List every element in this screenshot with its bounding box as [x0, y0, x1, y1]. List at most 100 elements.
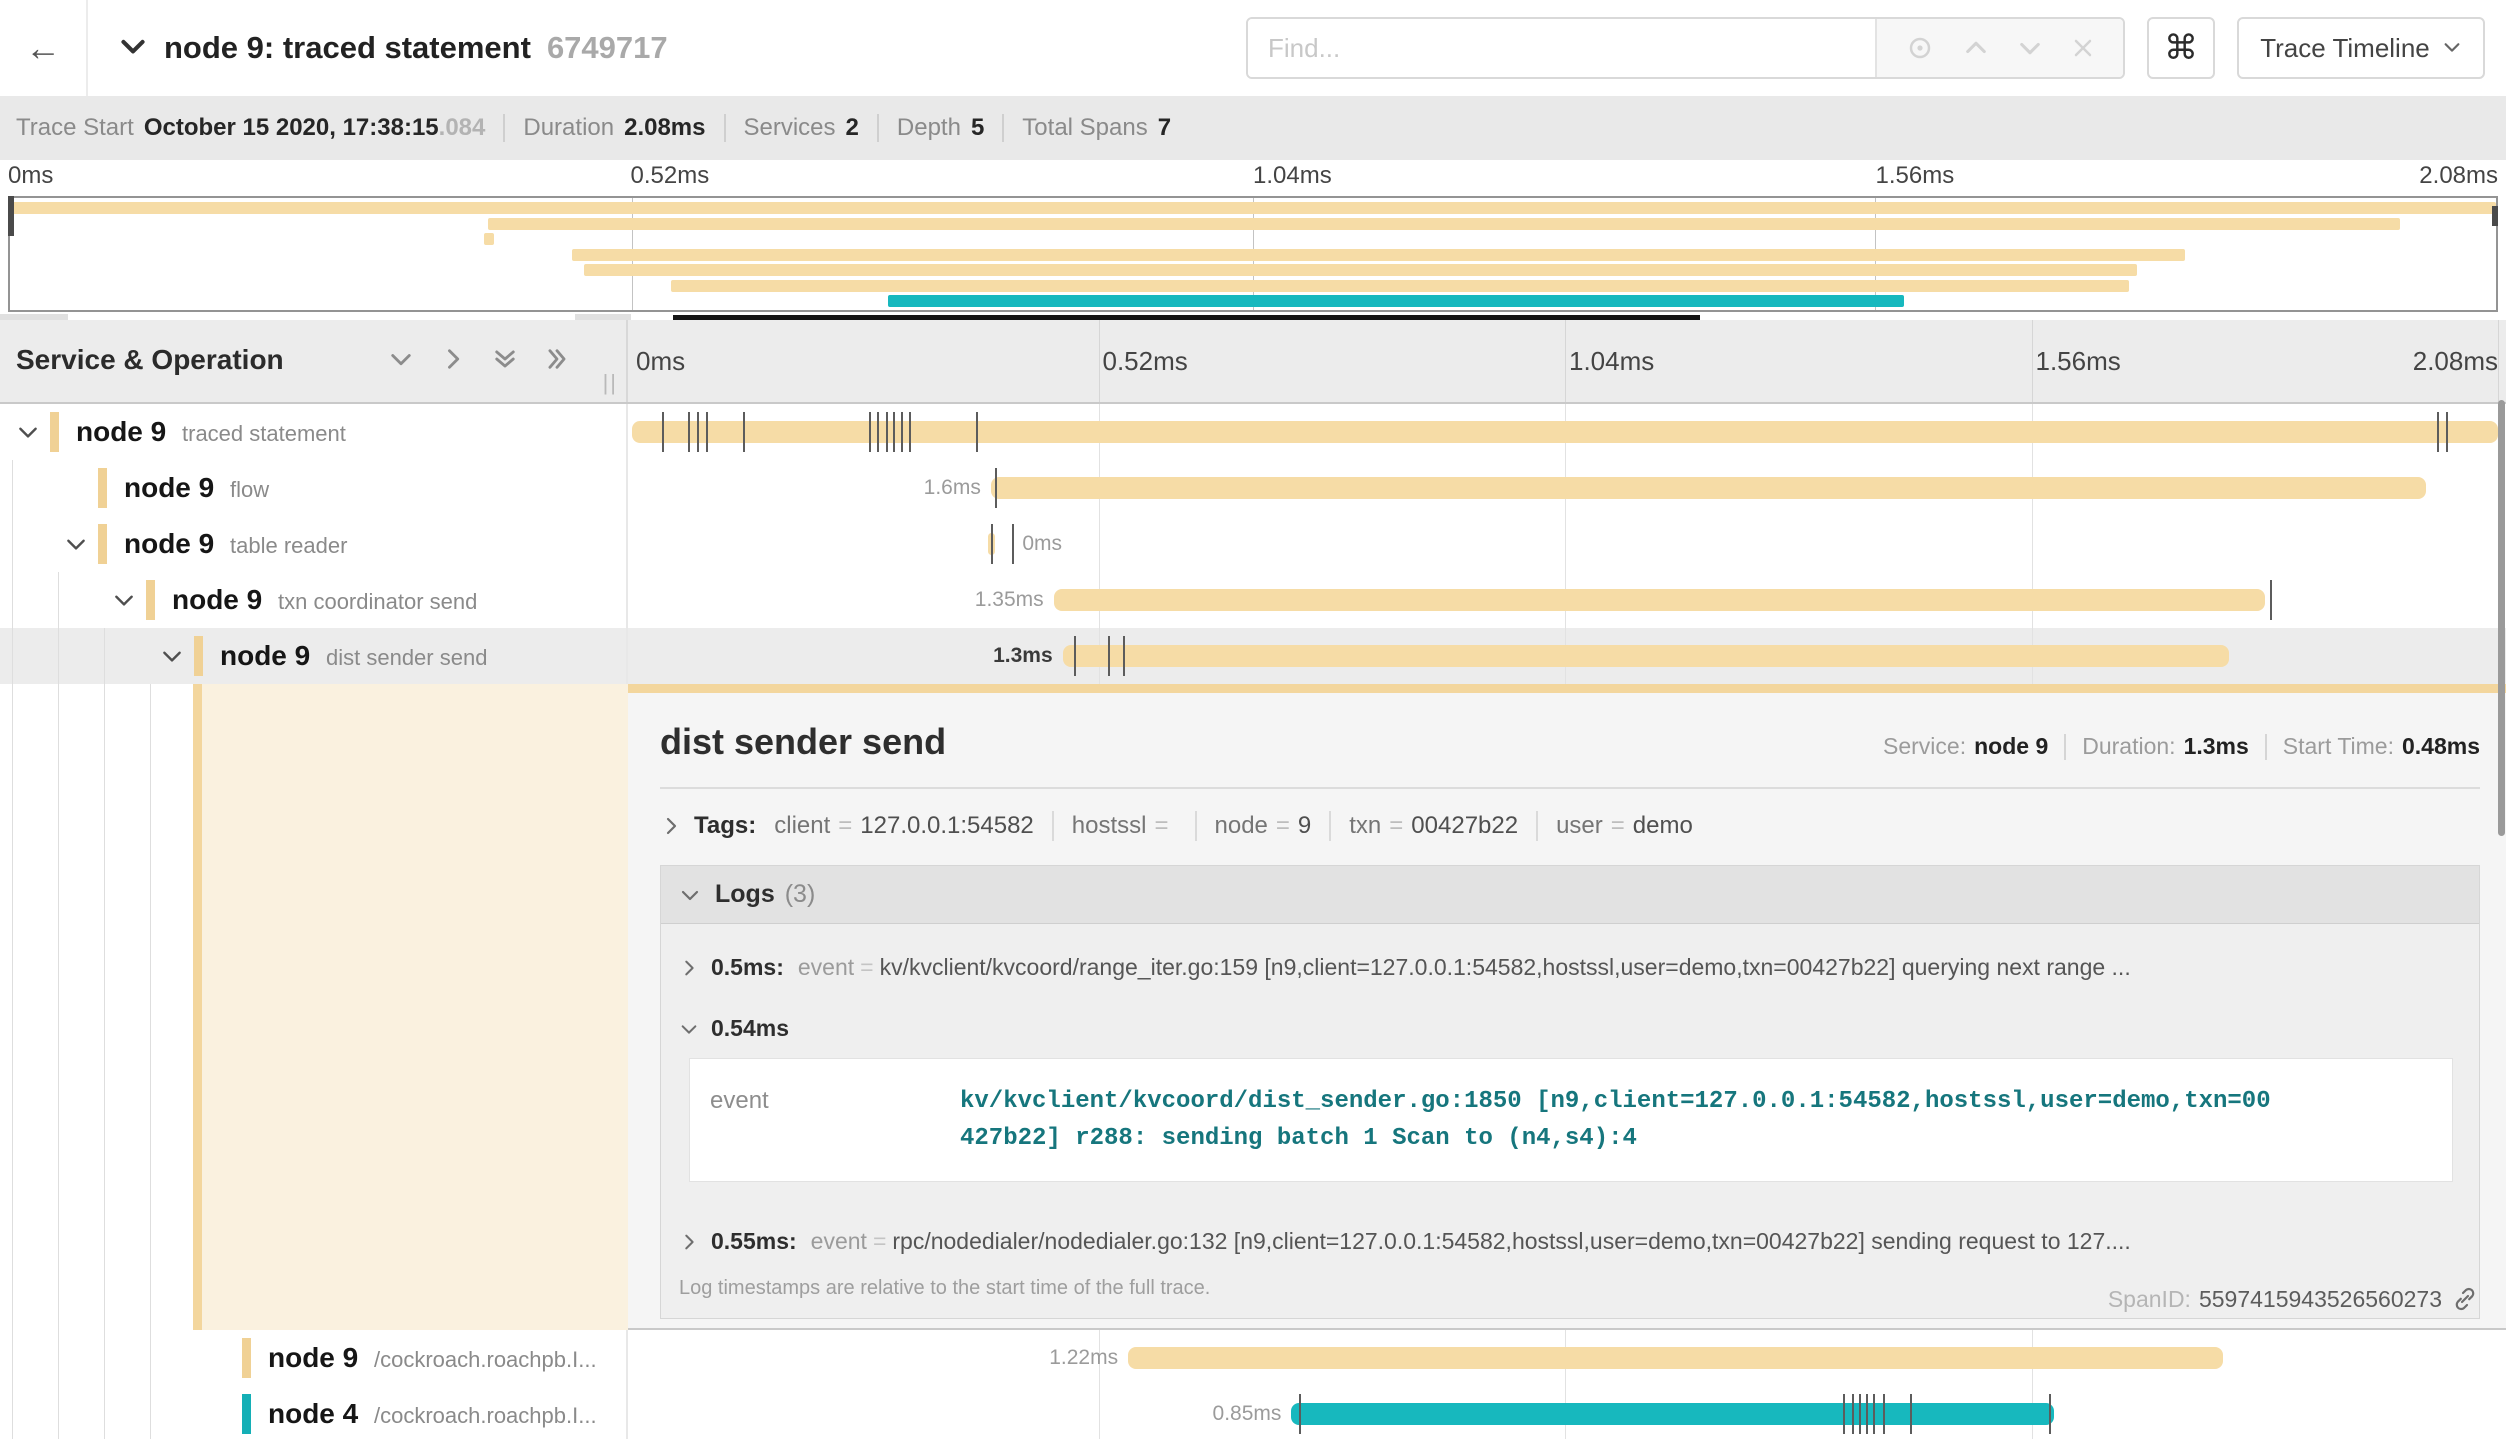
operation-name: dist sender send	[326, 645, 487, 671]
span-row[interactable]: node 9traced statement	[0, 404, 2506, 460]
chevron-down-icon	[679, 884, 701, 906]
span-row[interactable]: node 9/cockroach.roachpb.I... 1.22ms	[0, 1330, 2506, 1386]
tag-key: hostssl	[1072, 812, 1147, 840]
span-bar[interactable]	[1063, 645, 2229, 667]
service-name: node 4	[268, 1398, 358, 1430]
service-color-chip	[98, 524, 107, 564]
chevron-right-icon	[679, 1232, 699, 1252]
next-match-icon[interactable]	[2017, 35, 2043, 61]
span-duration-label: 1.22ms	[1049, 1346, 1118, 1370]
span-row-name-cell[interactable]: node 4/cockroach.roachpb.I...	[0, 1386, 628, 1439]
span-row-timeline-cell[interactable]: 1.22ms	[628, 1330, 2506, 1386]
column-resizer-handle[interactable]: ||	[603, 370, 618, 396]
tree-collapse-icon[interactable]	[160, 644, 184, 673]
minimap-tick-label: 0.52ms	[631, 162, 710, 190]
tag-item: hostssl=	[1072, 812, 1177, 840]
log-entry[interactable]: 0.5ms:event=kv/kvclient/kvcoord/range_it…	[661, 924, 2479, 989]
span-id-value: 5597415943526560273	[2199, 1286, 2442, 1313]
span-bar[interactable]	[1054, 589, 2265, 611]
logs-count: (3)	[785, 880, 816, 909]
minimap-canvas[interactable]	[8, 196, 2498, 312]
span-row-name-cell[interactable]: node 9table reader	[0, 516, 628, 572]
tag-separator	[1195, 811, 1197, 841]
span-bar[interactable]	[632, 421, 2498, 443]
trace-timeline-page: ← node 9: traced statement 6749717 ⌘ Tra…	[0, 0, 2506, 1439]
span-row-name-cell[interactable]: node 9traced statement	[0, 404, 628, 460]
span-row[interactable]: node 9dist sender send1.3ms	[0, 628, 2506, 684]
service-color-chip	[242, 1338, 251, 1378]
logs-title: Logs	[715, 880, 775, 909]
minimap-left-scrubber[interactable]	[8, 196, 14, 236]
span-row-timeline-cell[interactable]: 0.85ms	[628, 1386, 2506, 1439]
logs-header[interactable]: Logs (3)	[661, 866, 2479, 924]
log-marker-tick	[1910, 1394, 1912, 1434]
span-row-name-cell[interactable]: node 9txn coordinator send	[0, 572, 628, 628]
operation-name: traced statement	[182, 421, 346, 447]
tree-collapse-icon[interactable]	[64, 532, 88, 561]
span-row[interactable]: node 9table reader0ms	[0, 516, 2506, 572]
tags-row[interactable]: Tags:client=127.0.0.1:54582hostssl=node=…	[660, 811, 2480, 841]
indent-guide	[150, 684, 151, 1330]
log-marker-tick	[893, 412, 895, 452]
keyboard-shortcuts-button[interactable]: ⌘	[2147, 17, 2215, 79]
back-button[interactable]: ←	[0, 0, 88, 96]
indent-guide	[58, 1386, 59, 1439]
expand-all-icon[interactable]	[544, 346, 570, 372]
log-marker-tick	[909, 412, 911, 452]
log-marker-tick	[1859, 1394, 1861, 1434]
vertical-scrollbar-thumb[interactable]	[2498, 400, 2505, 836]
span-row-name-cell[interactable]: node 9flow	[0, 460, 628, 516]
span-bar[interactable]	[991, 477, 2426, 499]
log-marker-tick	[662, 412, 664, 452]
detail-meta-value: 0.48ms	[2402, 733, 2480, 760]
tree-collapse-icon[interactable]	[16, 420, 40, 449]
view-selector-button[interactable]: Trace Timeline	[2237, 17, 2485, 79]
indent-guide	[104, 628, 105, 684]
focus-match-icon[interactable]	[1905, 33, 1935, 63]
minimap-tick-labels: 0ms0.52ms1.04ms1.56ms2.08ms	[8, 162, 2498, 194]
timeline-gridline	[1099, 1386, 1100, 1439]
log-marker-tick	[697, 412, 699, 452]
tag-key: client	[774, 812, 830, 840]
summary-label: Services	[744, 114, 836, 142]
find-control	[1246, 17, 2125, 79]
log-marker-tick	[995, 468, 997, 508]
log-field-equals: =	[860, 954, 873, 981]
span-row-name-cell[interactable]: node 9dist sender send	[0, 628, 628, 684]
logs-section: Logs (3) 0.5ms:event=kv/kvclient/kvcoord/r…	[660, 865, 2480, 1319]
log-marker-tick	[1123, 636, 1125, 676]
span-bar[interactable]	[1128, 1347, 2222, 1369]
log-marker-tick	[1883, 1394, 1885, 1434]
log-entry-expanded-header[interactable]: 0.54ms	[679, 1015, 2461, 1042]
span-row[interactable]: node 9flow1.6ms	[0, 460, 2506, 516]
summary-separator	[877, 114, 879, 142]
collapse-trace-chevron-icon[interactable]	[118, 31, 148, 66]
expand-one-icon[interactable]	[440, 346, 466, 372]
span-row-timeline-cell[interactable]: 0ms	[628, 516, 2506, 572]
span-row-timeline-cell[interactable]: 1.35ms	[628, 572, 2506, 628]
span-row-timeline-cell[interactable]	[628, 404, 2506, 460]
span-bar[interactable]	[1291, 1403, 2054, 1425]
log-event-value: kv/kvclient/kvcoord/dist_sender.go:1850 …	[960, 1083, 2271, 1157]
tag-equals: =	[1276, 812, 1290, 840]
span-row-name-cell[interactable]: node 9/cockroach.roachpb.I...	[0, 1330, 628, 1386]
ruler-tick-label: 1.56ms	[2036, 346, 2121, 377]
collapse-one-icon[interactable]	[388, 346, 414, 372]
prev-match-icon[interactable]	[1963, 35, 1989, 61]
span-row-timeline-cell[interactable]: 1.6ms	[628, 460, 2506, 516]
tree-collapse-icon[interactable]	[112, 588, 136, 617]
minimap-right-scrubber[interactable]	[2492, 206, 2498, 226]
log-entry[interactable]: 0.55ms:event=rpc/nodedialer/nodedialer.g…	[661, 1198, 2479, 1263]
detail-span-color-bar	[628, 684, 2506, 693]
collapse-all-icon[interactable]	[492, 346, 518, 372]
span-row-timeline-cell[interactable]: 1.3ms	[628, 628, 2506, 684]
view-selector-label: Trace Timeline	[2260, 33, 2430, 64]
span-duration-label: 0.85ms	[1213, 1402, 1282, 1426]
span-row[interactable]: node 9txn coordinator send1.35ms	[0, 572, 2506, 628]
service-color-chip	[98, 468, 107, 508]
span-row[interactable]: node 4/cockroach.roachpb.I... 0.85ms	[0, 1386, 2506, 1439]
link-icon[interactable]	[2450, 1284, 2480, 1314]
clear-find-icon[interactable]	[2071, 36, 2095, 60]
tag-equals: =	[1154, 812, 1168, 840]
find-input[interactable]	[1248, 19, 1875, 77]
